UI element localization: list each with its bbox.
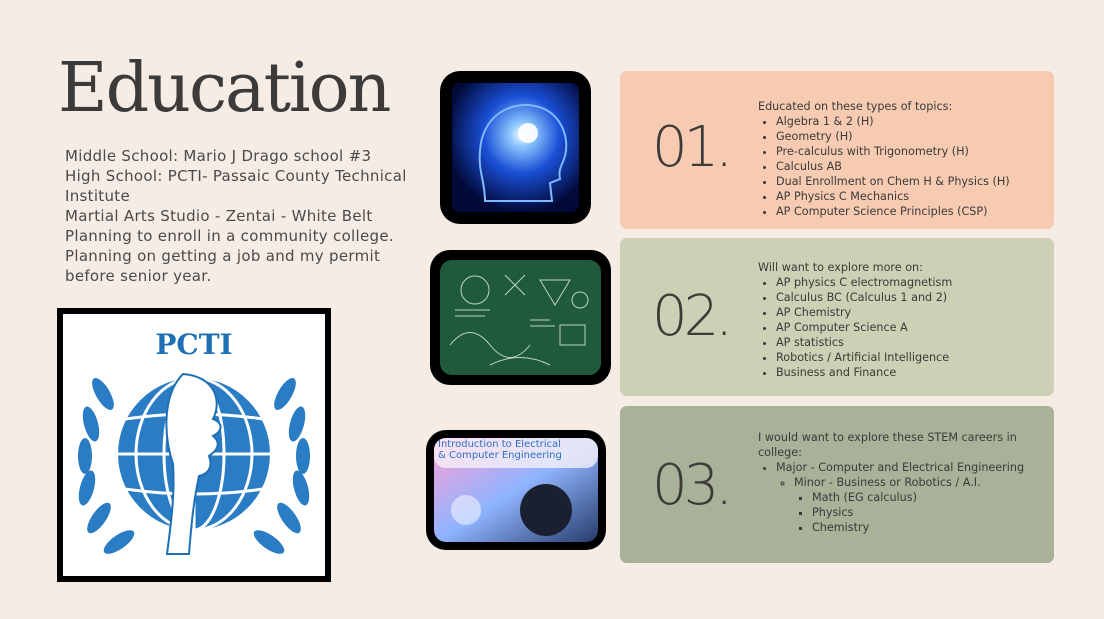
card-01: 01. Educated on these types of topics: A… [620,71,1054,229]
list-item: Calculus BC (Calculus 1 and 2) [776,290,1043,305]
subject-list: Math (EG calculus) Physics Chemistry [794,490,1043,535]
list-item-minor: Minor - Business or Robotics / A.I. Math… [794,475,1043,535]
pcti-logo-graphic: PCTI [78,328,310,555]
chalkboard-illustration [440,260,601,375]
card-03-number: 03. [652,453,733,518]
list-item: AP Computer Science A [776,320,1043,335]
list-item: Robotics / Artificial Intelligence [776,350,1043,365]
card-01-text: Educated on these types of topics: Algeb… [758,99,1043,219]
card-01-list: Algebra 1 & 2 (H) Geometry (H) Pre-calcu… [758,114,1043,219]
brain-illustration [452,83,579,212]
list-item: Calculus AB [776,159,1043,174]
card-02-heading: Will want to explore more on: [758,261,923,274]
major-text: Major - Computer and Electrical Engineer… [776,461,1025,474]
slide-title: Education [58,49,391,128]
card-02: 02. Will want to explore more on: AP phy… [620,238,1054,396]
minor-text: Minor - Business or Robotics / A.I. [794,476,981,489]
card-02-list: AP physics C electromagnetism Calculus B… [758,275,1043,380]
minor-list: Minor - Business or Robotics / A.I. Math… [776,475,1043,535]
list-item: AP statistics [776,335,1043,350]
card-03-heading: I would want to explore these STEM caree… [758,431,1017,459]
list-item: Algebra 1 & 2 (H) [776,114,1043,129]
list-item: Chemistry [812,520,1043,535]
pcti-logo: PCTI [57,308,331,582]
list-item: Geometry (H) [776,129,1043,144]
list-item: Pre-calculus with Trigonometry (H) [776,144,1043,159]
card-01-number: 01. [652,115,733,180]
about-line-3: Martial Arts Studio - Zentai - White Bel… [65,207,373,225]
list-item: AP physics C electromagnetism [776,275,1043,290]
list-item: Business and Finance [776,365,1043,380]
card-03-text: I would want to explore these STEM caree… [758,430,1043,535]
about-line-2: High School: PCTI- Passaic County Techni… [65,167,407,205]
about-text: Middle School: Mario J Drago school #3 H… [65,146,435,286]
about-line-1: Middle School: Mario J Drago school #3 [65,147,372,165]
chalkboard-image [430,250,611,385]
list-item-major: Major - Computer and Electrical Engineer… [776,460,1043,535]
list-item: Math (EG calculus) [812,490,1043,505]
ece-caption-line-1: Introduction to Electrical [438,439,561,450]
logo-text: PCTI [155,328,232,361]
ece-caption-line-2: & Computer Engineering [438,450,562,461]
card-02-number: 02. [652,284,733,349]
list-item: AP Physics C Mechanics [776,189,1043,204]
about-line-4: Planning to enroll in a community colleg… [65,227,394,245]
card-03-list: Major - Computer and Electrical Engineer… [758,460,1043,535]
card-03: 03. I would want to explore these STEM c… [620,406,1054,563]
list-item: AP Chemistry [776,305,1043,320]
list-item: Dual Enrollment on Chem H & Physics (H) [776,174,1043,189]
ece-caption: Introduction to Electrical & Computer En… [438,439,562,461]
list-item: Physics [812,505,1043,520]
about-line-5: Planning on getting a job and my permit … [65,247,381,285]
card-02-text: Will want to explore more on: AP physics… [758,260,1043,380]
ece-image: Introduction to Electrical & Computer En… [426,430,606,550]
brain-image [440,71,591,224]
card-01-heading: Educated on these types of topics: [758,100,953,113]
list-item: AP Computer Science Principles (CSP) [776,204,1043,219]
